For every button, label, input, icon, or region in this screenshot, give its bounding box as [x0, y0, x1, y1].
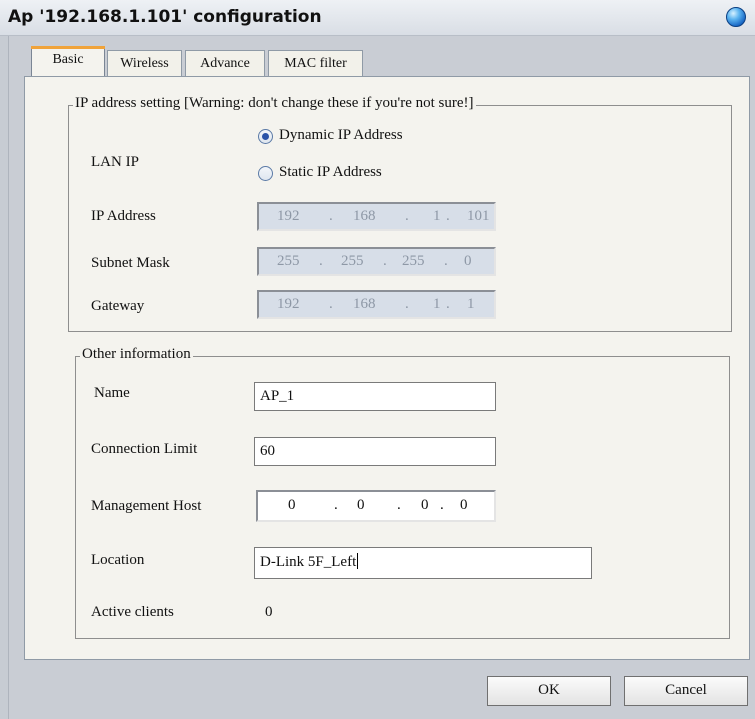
ip-octet: 255 [341, 253, 364, 269]
ip-octet: 255 [402, 253, 425, 269]
name-input[interactable]: AP_1 [254, 382, 496, 411]
ip-address-label: IP Address [91, 208, 156, 224]
ip-octet: 1 [433, 208, 441, 224]
ip-octet: 0 [464, 253, 472, 269]
dynamic-ip-label[interactable]: Dynamic IP Address [279, 127, 403, 144]
static-ip-label[interactable]: Static IP Address [279, 164, 382, 181]
ok-button[interactable]: OK [487, 676, 611, 706]
ip-octet[interactable]: 0 [460, 497, 468, 514]
ip-dot: . [397, 497, 401, 513]
ip-octet: 192 [277, 296, 300, 312]
ip-octet: 168 [353, 296, 376, 312]
lan-ip-label: LAN IP [91, 154, 139, 170]
ip-dot: . [329, 208, 333, 224]
active-clients-label: Active clients [91, 604, 174, 620]
subnet-mask-field: 255 . 255 . 255 . 0 [257, 247, 496, 276]
name-label: Name [94, 385, 130, 401]
gateway-field: 192 . 168 . 1 . 1 [257, 290, 496, 319]
ip-dot: . [444, 253, 448, 269]
ip-address-field: 192 . 168 . 1 . 101 [257, 202, 496, 231]
tab-basic[interactable]: Basic [31, 46, 105, 79]
ip-octet: 1 [433, 296, 441, 312]
connection-limit-label: Connection Limit [91, 441, 198, 457]
ip-octet: 255 [277, 253, 300, 269]
window-title: Ap '192.168.1.101' configuration [8, 7, 322, 27]
ip-dot: . [446, 296, 450, 312]
ip-dot: . [383, 253, 387, 269]
management-host-label: Management Host [91, 498, 202, 514]
ip-octet[interactable]: 0 [421, 497, 429, 514]
ip-dot: . [405, 208, 409, 224]
tab-wireless[interactable]: Wireless [107, 50, 182, 77]
subnet-mask-label: Subnet Mask [91, 255, 170, 271]
gateway-label: Gateway [91, 298, 145, 314]
connection-limit-input[interactable]: 60 [254, 437, 496, 466]
text-caret [357, 553, 359, 569]
ip-dot: . [446, 208, 450, 224]
ip-settings-legend: IP address setting [Warning: don't chang… [73, 95, 476, 112]
ip-octet[interactable]: 0 [357, 497, 365, 514]
location-label: Location [91, 552, 145, 568]
ip-dot: . [440, 497, 444, 513]
ip-octet: 1 [467, 296, 475, 312]
active-clients-value: 0 [265, 604, 273, 620]
location-input[interactable]: D-Link 5F_Left [254, 547, 592, 579]
globe-orb-icon[interactable] [726, 7, 746, 27]
title-bar: Ap '192.168.1.101' configuration [0, 0, 755, 36]
other-info-legend: Other information [80, 346, 193, 363]
cancel-button[interactable]: Cancel [624, 676, 748, 706]
ip-dot: . [334, 497, 338, 513]
management-host-field[interactable]: 0 . 0 . 0 . 0 [256, 490, 496, 522]
ip-dot: . [329, 296, 333, 312]
ip-dot: . [405, 296, 409, 312]
location-value: D-Link 5F_Left [260, 554, 357, 570]
dynamic-ip-radio[interactable] [258, 129, 273, 144]
window-left-edge [0, 36, 9, 719]
ip-octet: 101 [467, 208, 490, 224]
ip-octet: 168 [353, 208, 376, 224]
tab-mac-filter[interactable]: MAC filter [268, 50, 363, 77]
ip-octet[interactable]: 0 [288, 497, 296, 514]
ip-dot: . [319, 253, 323, 269]
tab-advance[interactable]: Advance [185, 50, 265, 77]
ip-octet: 192 [277, 208, 300, 224]
static-ip-radio[interactable] [258, 166, 273, 181]
